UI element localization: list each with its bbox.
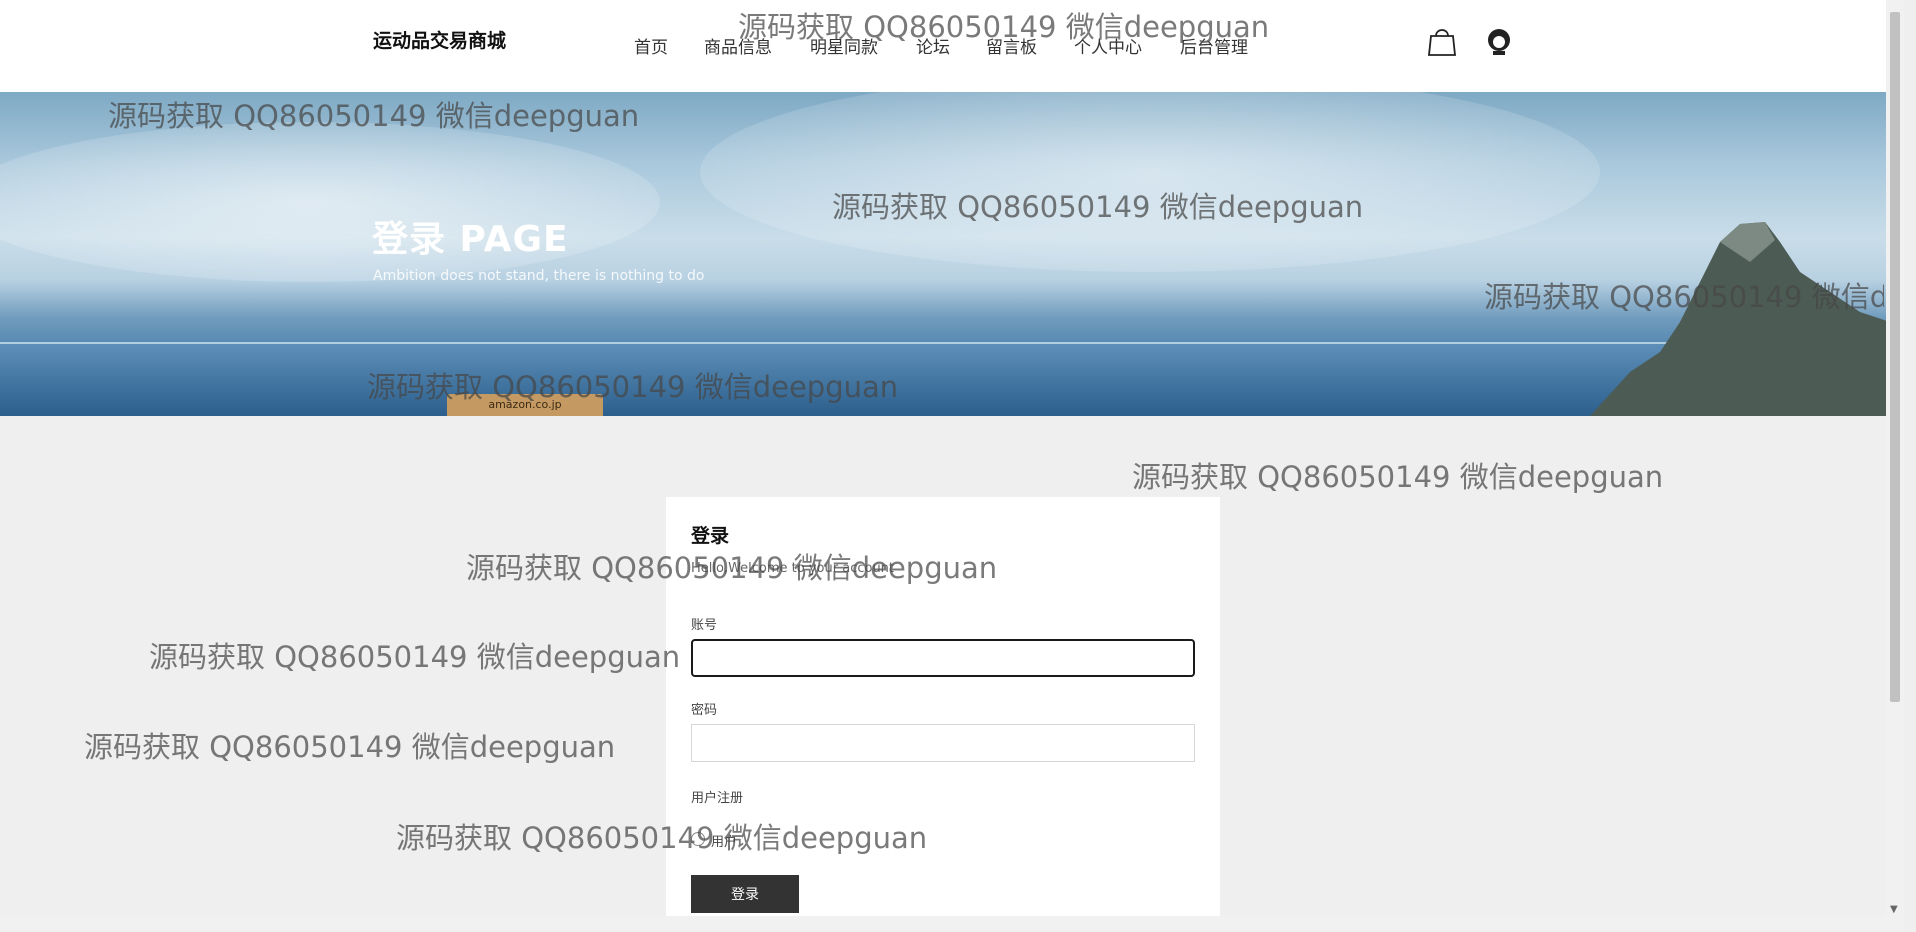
nav-message-board[interactable]: 留言板 — [986, 33, 1037, 58]
watermark: 源码获取 QQ86050149 微信deepguan — [149, 640, 681, 674]
nav-home[interactable]: 首页 — [634, 33, 668, 58]
site-brand[interactable]: 运动品交易商城 — [373, 26, 506, 53]
package-box: amazon.co.jp — [447, 394, 603, 416]
account-input[interactable] — [691, 639, 1195, 677]
vertical-scrollbar[interactable]: ▼ — [1886, 0, 1904, 932]
page-banner: 登录 PAGE Ambition does not stand, there i… — [0, 92, 1886, 416]
nav-celebrity-style[interactable]: 明星同款 — [810, 33, 878, 58]
top-header: 运动品交易商城 首页 商品信息 明星同款 论坛 留言板 个人中心 后台管理 — [0, 0, 1886, 93]
password-label: 密码 — [691, 703, 718, 718]
role-radio[interactable] — [691, 832, 705, 846]
user-avatar-icon[interactable] — [1482, 24, 1516, 58]
scroll-down-arrow-icon[interactable]: ▼ — [1890, 904, 1898, 915]
password-input[interactable] — [691, 724, 1195, 762]
watermark: 源码获取 QQ86050149 微信deepguan — [1132, 460, 1664, 494]
scroll-thumb[interactable] — [1890, 12, 1900, 702]
shopping-bag-icon[interactable] — [1425, 24, 1459, 58]
account-label: 账号 — [691, 618, 718, 633]
role-label: 用户 — [711, 835, 738, 850]
horizontal-scrollbar[interactable] — [0, 916, 1886, 932]
login-button[interactable]: 登录 — [691, 875, 799, 913]
banner-subtitle: Ambition does not stand, there is nothin… — [373, 268, 705, 284]
banner-mountain — [1590, 222, 1886, 416]
banner-title: 登录 PAGE — [372, 219, 569, 260]
nav-personal-center[interactable]: 个人中心 — [1074, 33, 1142, 58]
nav-products[interactable]: 商品信息 — [704, 33, 772, 58]
nav-forum[interactable]: 论坛 — [916, 33, 950, 58]
login-title: 登录 — [691, 525, 730, 547]
register-link[interactable]: 用户注册 — [691, 787, 743, 806]
watermark: 源码获取 QQ86050149 微信deepguan — [84, 730, 616, 764]
login-card: 登录 Hello,Welcome to your account 账号 密码 用… — [666, 497, 1220, 917]
banner-cloud — [700, 92, 1600, 272]
nav-admin[interactable]: 后台管理 — [1180, 33, 1248, 58]
login-subtitle: Hello,Welcome to your account — [691, 561, 895, 576]
